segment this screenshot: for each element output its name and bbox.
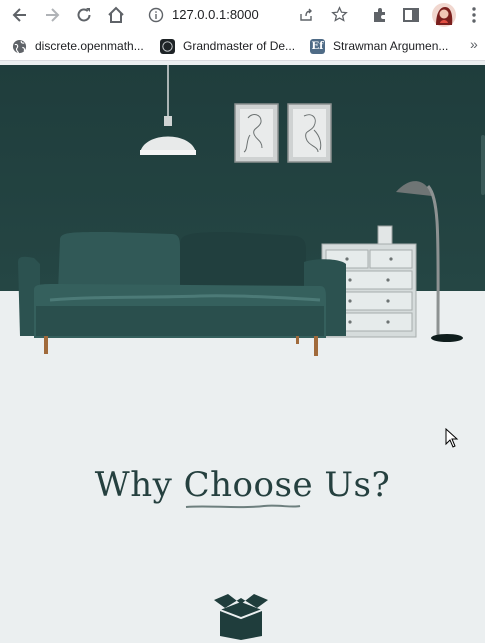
hero-illustration bbox=[18, 65, 463, 356]
pendant-lamp-icon bbox=[140, 65, 196, 155]
bookmark-item-strawman[interactable]: Ef Strawman Argumen... bbox=[310, 37, 448, 55]
sofa-icon bbox=[18, 232, 346, 356]
bookmarks-overflow-button[interactable]: » bbox=[470, 36, 478, 52]
heading-accent: Choose bbox=[183, 465, 314, 509]
browser-toolbar: 127.0.0.1:8000 bbox=[0, 0, 485, 30]
back-arrow-icon[interactable] bbox=[10, 5, 30, 25]
forward-arrow-icon[interactable] bbox=[42, 5, 62, 25]
bookmark-item-discrete[interactable]: discrete.openmath... bbox=[12, 37, 144, 55]
bookmarks-bar: discrete.openmath... Grandmaster of De..… bbox=[0, 30, 485, 61]
bookmark-item-grandmaster[interactable]: Grandmaster of De... bbox=[160, 37, 295, 55]
heading-accent-text: Choose bbox=[183, 465, 314, 505]
section-heading: Why Choose Us? bbox=[0, 465, 485, 509]
profile-avatar[interactable] bbox=[432, 3, 456, 27]
wall-frames-icon bbox=[234, 103, 332, 163]
home-icon[interactable] bbox=[106, 5, 126, 25]
open-box-icon bbox=[214, 594, 268, 640]
reload-icon[interactable] bbox=[74, 5, 94, 25]
scrollbar-thumb[interactable] bbox=[481, 135, 485, 195]
bookmark-label: Grandmaster of De... bbox=[183, 39, 296, 53]
url-text[interactable]: 127.0.0.1:8000 bbox=[172, 7, 259, 22]
page-content: Why Choose Us? bbox=[0, 65, 485, 643]
bookmark-label: discrete.openmath... bbox=[35, 39, 144, 53]
site-logo-icon bbox=[160, 38, 175, 54]
globe-icon bbox=[12, 39, 27, 53]
share-icon[interactable] bbox=[298, 7, 314, 23]
kebab-menu-icon[interactable] bbox=[464, 5, 484, 25]
extensions-icon[interactable] bbox=[370, 5, 390, 25]
underline-squiggle-icon bbox=[185, 504, 300, 509]
bookmark-label: Strawman Argumen... bbox=[333, 39, 449, 53]
bookmark-star-icon[interactable] bbox=[331, 6, 348, 23]
heading-text-before: Why bbox=[94, 465, 184, 505]
side-panel-icon[interactable] bbox=[401, 5, 421, 25]
heading-text-after: Us? bbox=[313, 465, 391, 505]
info-icon[interactable] bbox=[148, 7, 164, 23]
ef-logo-icon: Ef bbox=[310, 38, 325, 54]
mouse-cursor-icon bbox=[445, 428, 459, 448]
